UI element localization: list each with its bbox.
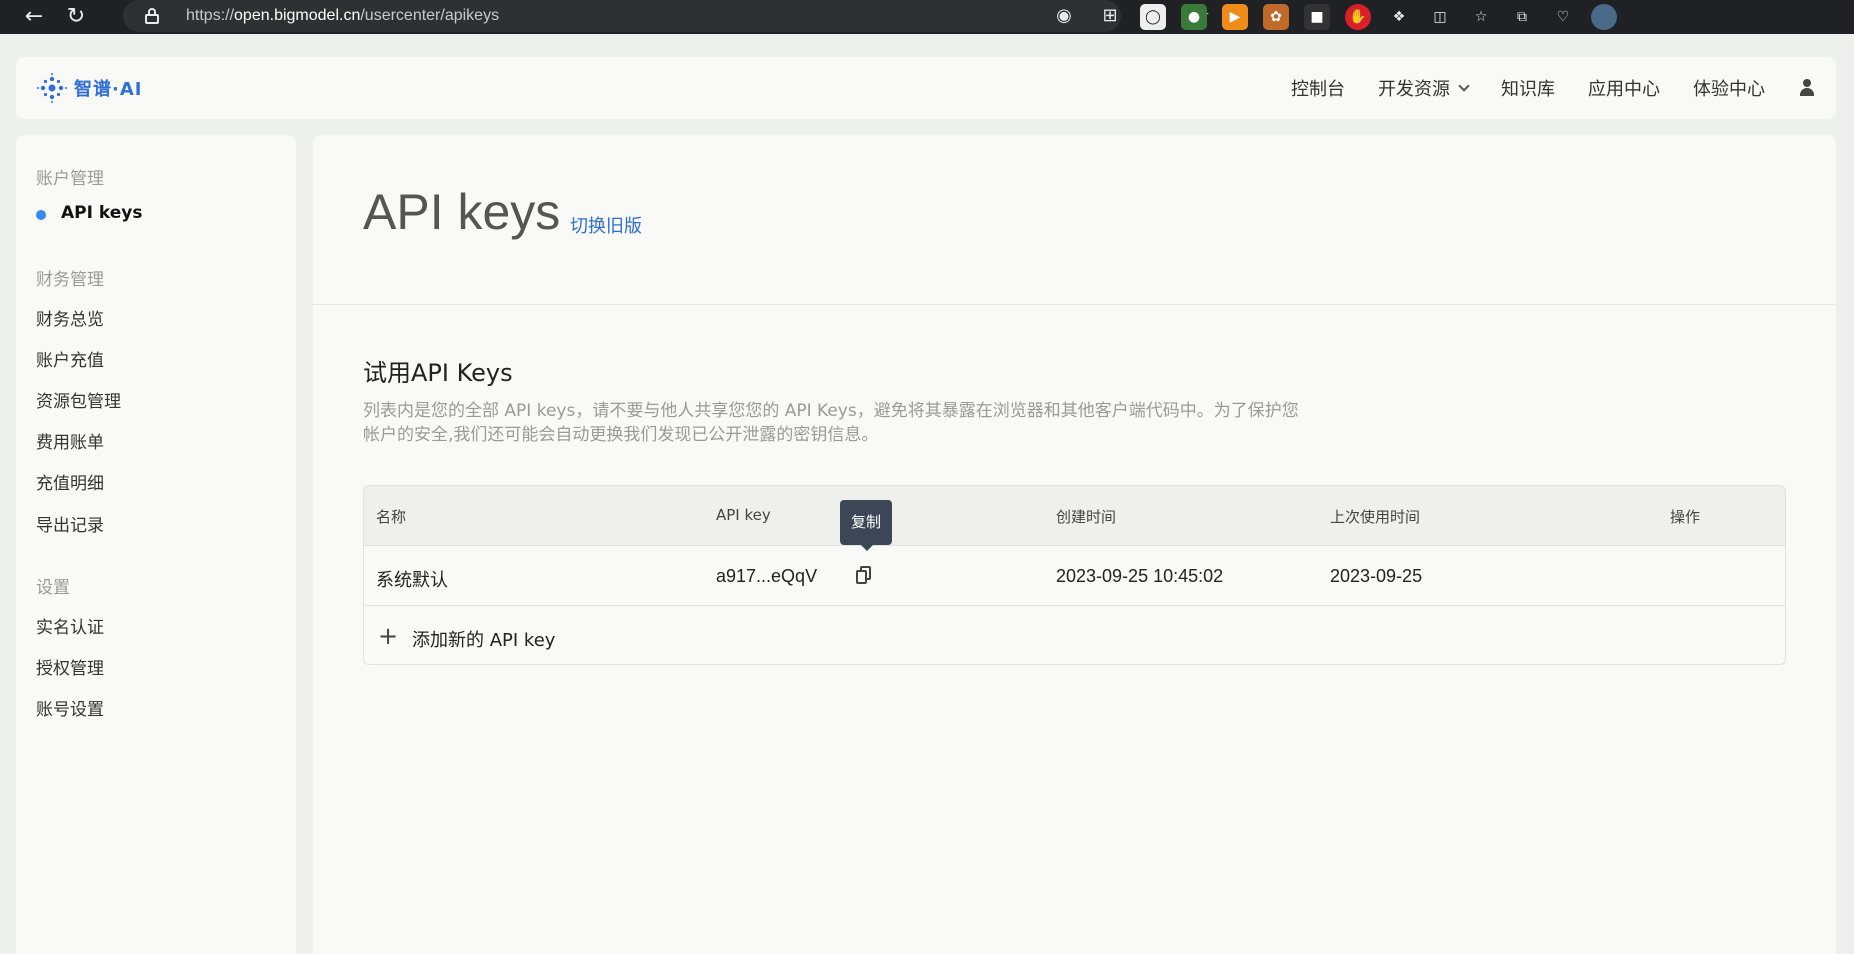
active-indicator-icon: [36, 210, 46, 220]
add-api-key-button[interactable]: + 添加新的 API key: [364, 607, 1785, 664]
extension-icon[interactable]: ■: [1304, 4, 1330, 30]
sidebar-group-finance: 财务管理: [36, 270, 104, 290]
switch-old-version-link[interactable]: 切换旧版: [570, 212, 642, 238]
copy-icon[interactable]: [855, 566, 873, 586]
reload-icon[interactable]: ↻: [62, 3, 90, 31]
extension-icon[interactable]: ✿: [1263, 4, 1289, 30]
add-api-key-label: 添加新的 API key: [412, 630, 556, 651]
back-arrow-icon[interactable]: ←: [20, 3, 48, 31]
nav-knowledge-base[interactable]: 知识库: [1501, 75, 1555, 101]
created-time: 2023-09-25 10:45:02: [1056, 566, 1224, 586]
page-title: API keys: [363, 184, 561, 240]
table-row: 系统默认 a917...eQqV 2023-09-25 10:45:02 202…: [364, 547, 1785, 606]
api-keys-table: 名称 API key 创建时间 上次使用时间 操作 系统默认 a917...eQ…: [363, 485, 1786, 665]
sidebar-item-resource-packs[interactable]: 资源包管理: [36, 387, 121, 412]
extension-icon[interactable]: ✋: [1345, 4, 1371, 30]
table-header: 名称 API key 创建时间 上次使用时间 操作: [364, 486, 1785, 546]
key-name: 系统默认: [376, 570, 448, 590]
sidebar-item-recharge-details[interactable]: 充值明细: [36, 469, 104, 494]
column-header-actions: 操作: [1670, 508, 1701, 526]
logo[interactable]: 智谱·AI: [36, 71, 142, 105]
nav-dev-resources-label: 开发资源: [1378, 79, 1450, 100]
nav-dev-resources[interactable]: 开发资源: [1378, 75, 1470, 101]
user-icon[interactable]: [1798, 79, 1816, 97]
nav-experience-center[interactable]: 体验中心: [1693, 75, 1765, 101]
collections-icon[interactable]: ⧉: [1509, 4, 1535, 30]
main-panel: API keys 切换旧版 试用API Keys 列表内是您的全部 API ke…: [313, 135, 1836, 954]
extension-icon[interactable]: ◯: [1140, 4, 1166, 30]
sidebar-item-real-name[interactable]: 实名认证: [36, 613, 104, 638]
chevron-down-icon: [1458, 80, 1470, 92]
nav-console[interactable]: 控制台: [1291, 75, 1345, 101]
sidebar-group-settings: 设置: [36, 578, 70, 598]
sidebar-item-authorization[interactable]: 授权管理: [36, 654, 104, 679]
extension-icon[interactable]: ▶: [1222, 4, 1248, 30]
extensions-puzzle-icon[interactable]: ❖: [1386, 4, 1412, 30]
favorites-icon[interactable]: ☆: [1468, 4, 1494, 30]
sidebar-item-api-keys[interactable]: API keys: [61, 203, 142, 223]
sidebar-item-export-records[interactable]: 导出记录: [36, 511, 104, 536]
sidebar-item-bills[interactable]: 费用账单: [36, 428, 104, 453]
api-key-value: a917...eQqV: [716, 566, 818, 586]
sidebar-item-recharge[interactable]: 账户充值: [36, 346, 104, 371]
app-available-icon[interactable]: ⊞: [1097, 3, 1123, 29]
logo-text: 智谱·AI: [74, 79, 143, 100]
browser-essentials-icon[interactable]: ♡: [1550, 4, 1576, 30]
avatar[interactable]: [1591, 4, 1617, 30]
url-text[interactable]: https://open.bigmodel.cn/usercenter/apik…: [186, 7, 499, 25]
last-used-time: 2023-09-25: [1330, 566, 1423, 586]
sidebar-group-account: 账户管理: [36, 169, 104, 189]
copy-tooltip: 复制: [840, 500, 892, 545]
tracking-prevention-icon[interactable]: ◉: [1051, 3, 1077, 29]
column-header-api-key: API key: [716, 506, 771, 524]
section-description: 列表内是您的全部 API keys，请不要与他人共享您您的 API Keys，避…: [363, 401, 1299, 445]
site-header: 智谱·AI 控制台 开发资源 知识库 应用中心 体验中心: [16, 57, 1836, 119]
tooltip-arrow: [860, 544, 874, 551]
divider: [313, 304, 1836, 305]
lock-icon[interactable]: [145, 8, 159, 24]
column-header-created: 创建时间: [1056, 508, 1117, 526]
sidebar: 账户管理 API keys 财务管理 财务总览 账户充值 资源包管理 费用账单 …: [16, 135, 296, 954]
sidebar-item-account-settings[interactable]: 账号设置: [36, 695, 104, 720]
logo-icon: [37, 73, 67, 103]
sidebar-item-finance-overview[interactable]: 财务总览: [36, 305, 104, 330]
section-title: 试用API Keys: [363, 359, 513, 387]
column-header-last-used: 上次使用时间: [1330, 508, 1421, 526]
browser-toolbar: ← ↻ https://open.bigmodel.cn/usercenter/…: [0, 0, 1854, 34]
nav-app-center[interactable]: 应用中心: [1588, 75, 1660, 101]
split-screen-icon[interactable]: ◫: [1427, 4, 1453, 30]
address-bar[interactable]: https://open.bigmodel.cn/usercenter/apik…: [123, 0, 1210, 32]
extension-icon[interactable]: ●: [1181, 4, 1207, 30]
top-nav: 控制台 开发资源 知识库 应用中心 体验中心: [1291, 57, 1816, 119]
column-header-name: 名称: [376, 508, 407, 526]
plus-icon: +: [378, 622, 399, 650]
